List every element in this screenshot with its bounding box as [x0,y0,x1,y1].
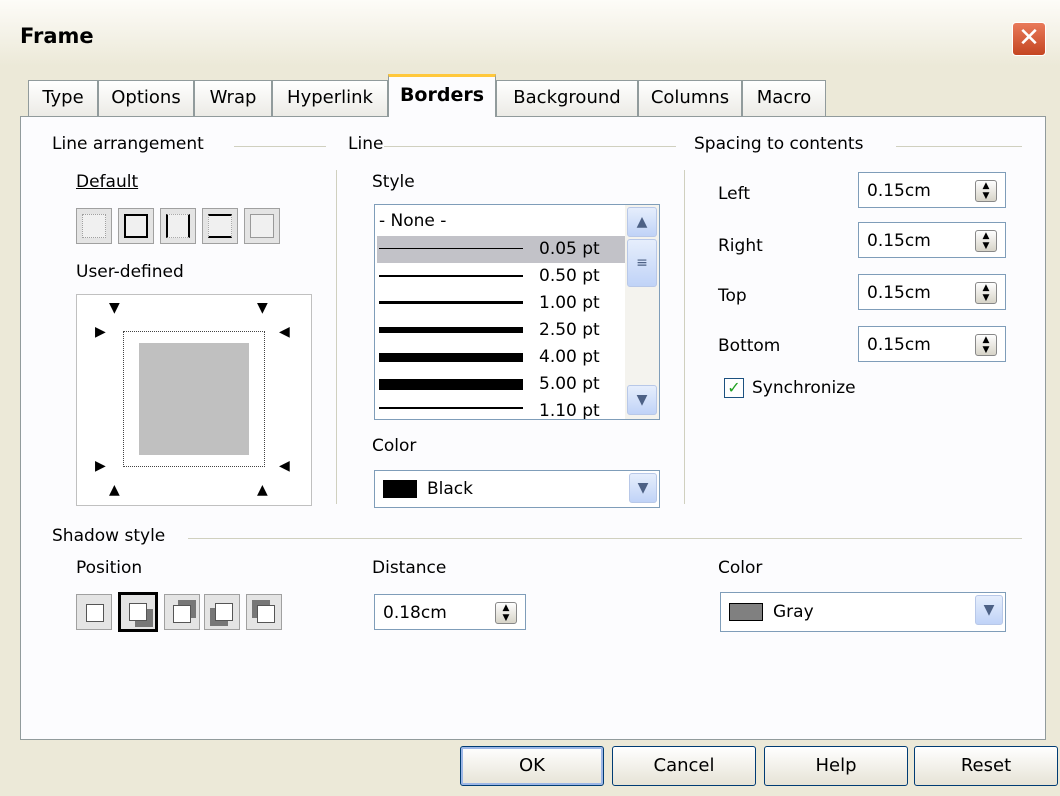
right-label: Right [718,236,763,256]
arrow-down-icon: ▼ [109,300,120,316]
arrow-up-icon: ▲ [257,482,268,498]
line-style-list[interactable]: - None - 0.05 pt 0.50 pt 1.00 pt 2.50 pt… [374,204,660,420]
tab-hyperlink[interactable]: Hyperlink [272,80,388,116]
checkmark-icon: ✓ [727,378,741,397]
line-color-value: Black [427,479,473,499]
position-label: Position [76,558,143,578]
shadow-heading: Shadow style [52,526,166,546]
scroll-thumb[interactable]: ≡ [627,239,657,287]
tab-type[interactable]: Type [28,80,98,116]
right-spin[interactable]: 0.15cm ▲ ▼ [858,222,1006,258]
list-item[interactable]: 1.10 pt [377,398,627,419]
spin-icon[interactable]: ▲ ▼ [975,230,997,252]
arrow-right-icon: ▶ [95,324,106,340]
arrow-left-icon: ◀ [279,324,290,340]
distance-label: Distance [372,558,447,578]
frame-all-icon[interactable] [118,208,154,244]
spin-icon[interactable]: ▲ ▼ [975,334,997,356]
list-item-selected[interactable]: 0.05 pt [377,236,627,263]
frame-left-only-icon[interactable] [244,208,280,244]
spin-icon[interactable]: ▲ ▼ [975,282,997,304]
preview-content [139,343,249,455]
cancel-button[interactable]: Cancel [612,746,756,786]
dropdown-arrow-icon[interactable]: ▼ [629,473,657,503]
window-title: Frame [20,24,94,48]
color-swatch [729,603,763,621]
line-color-select[interactable]: Black ▼ [374,470,660,508]
scroll-up-icon[interactable]: ▲ [627,207,657,237]
shadow-top-left-icon[interactable] [246,594,282,630]
top-spin[interactable]: 0.15cm ▲ ▼ [858,274,1006,310]
spin-icon[interactable]: ▲ ▼ [495,602,517,624]
line-heading: Line [348,134,384,154]
shadow-color-value: Gray [773,602,814,622]
tab-background[interactable]: Background [496,80,638,116]
shadow-bottom-right-icon[interactable] [118,592,158,632]
distance-spin[interactable]: 0.18cm ▲ ▼ [374,594,526,630]
title-bar [0,0,1060,66]
tab-columns[interactable]: Columns [638,80,742,116]
bottom-spin[interactable]: 0.15cm ▲ ▼ [858,326,1006,362]
arrow-down-icon: ▼ [257,300,268,316]
color-swatch [383,480,417,498]
list-item[interactable]: 5.00 pt [377,371,627,398]
default-label: Default [76,172,139,192]
arrow-right-icon: ▶ [95,458,106,474]
separator [684,170,685,504]
close-button[interactable]: ✕ [1012,22,1046,56]
left-label: Left [718,184,750,204]
help-button[interactable]: Help [764,746,908,786]
shadow-top-right-icon[interactable] [164,594,200,630]
close-icon: ✕ [1018,23,1040,53]
list-item[interactable]: 4.00 pt [377,344,627,371]
separator [234,146,326,147]
user-defined-label: User-defined [76,262,184,282]
frame-top-bottom-icon[interactable] [202,208,238,244]
shadow-color-select[interactable]: Gray ▼ [720,592,1006,632]
list-item[interactable]: - None - [377,209,627,236]
tab-wrap[interactable]: Wrap [194,80,272,116]
separator [896,146,1022,147]
reset-button[interactable]: Reset [914,746,1058,786]
scroll-down-icon[interactable]: ▼ [627,385,657,415]
synchronize-checkbox[interactable]: ✓ [724,378,744,398]
separator [384,146,676,147]
user-defined-preview[interactable]: ▼ ▼ ▶ ◀ ▶ ◀ ▲ ▲ [76,294,312,506]
line-color-label: Color [372,436,417,456]
ok-button[interactable]: OK [460,746,604,786]
left-spin[interactable]: 0.15cm ▲ ▼ [858,172,1006,208]
spacing-heading: Spacing to contents [694,134,864,154]
dropdown-arrow-icon[interactable]: ▼ [975,595,1003,625]
shadow-bottom-left-icon[interactable] [204,594,240,630]
synchronize-label: Synchronize [752,378,856,398]
frame-none-icon[interactable] [76,208,112,244]
list-item[interactable]: 1.00 pt [377,290,627,317]
scrollbar[interactable]: ▲ ≡ ▼ [625,205,659,419]
bottom-label: Bottom [718,336,781,356]
separator [188,538,1022,539]
spin-icon[interactable]: ▲ ▼ [975,180,997,202]
list-item[interactable]: 2.50 pt [377,317,627,344]
frame-left-right-icon[interactable] [160,208,196,244]
shadow-none-icon[interactable] [76,594,112,630]
arrow-left-icon: ◀ [279,458,290,474]
style-label: Style [372,172,415,192]
separator [336,170,337,504]
arrow-up-icon: ▲ [109,482,120,498]
tab-options[interactable]: Options [98,80,194,116]
line-arrangement-heading: Line arrangement [52,134,204,154]
shadow-color-label: Color [718,558,763,578]
top-label: Top [718,286,747,306]
list-item[interactable]: 0.50 pt [377,263,627,290]
tab-macro[interactable]: Macro [742,80,826,116]
tab-borders[interactable]: Borders [388,74,496,117]
